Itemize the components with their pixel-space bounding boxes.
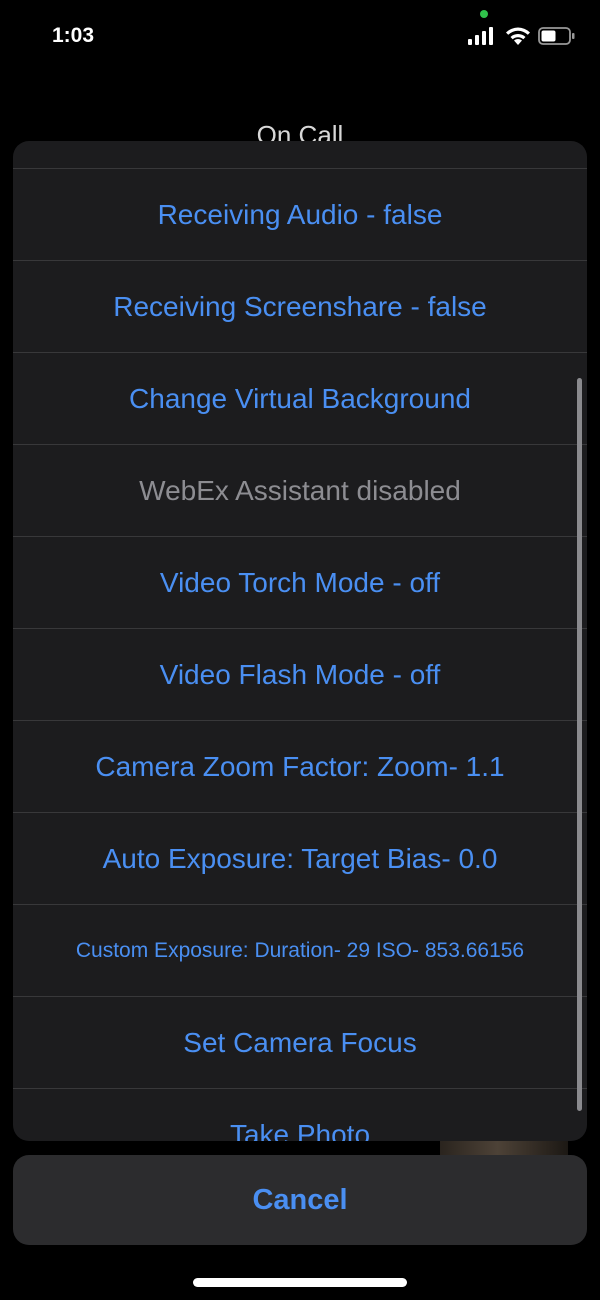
home-indicator[interactable] — [193, 1278, 407, 1287]
action-sheet: Receiving Audio - false Receiving Screen… — [13, 141, 587, 1141]
action-auto-exposure[interactable]: Auto Exposure: Target Bias- 0.0 — [13, 813, 587, 905]
cancel-button[interactable]: Cancel — [13, 1155, 587, 1245]
action-custom-exposure[interactable]: Custom Exposure: Duration- 29 ISO- 853.6… — [13, 905, 587, 997]
scrollbar[interactable] — [577, 378, 582, 1111]
cellular-signal-icon — [468, 27, 493, 45]
action-video-flash-mode[interactable]: Video Flash Mode - off — [13, 629, 587, 721]
status-bar: 1:03 — [0, 0, 600, 80]
battery-icon — [538, 27, 575, 45]
action-set-camera-focus[interactable]: Set Camera Focus — [13, 997, 587, 1089]
action-change-virtual-background[interactable]: Change Virtual Background — [13, 353, 587, 445]
wifi-icon — [506, 27, 530, 45]
status-time: 1:03 — [52, 24, 95, 47]
camera-indicator-icon — [480, 10, 488, 18]
action-take-photo[interactable]: Take Photo — [13, 1089, 587, 1142]
action-video-torch-mode[interactable]: Video Torch Mode - off — [13, 537, 587, 629]
action-webex-assistant: WebEx Assistant disabled — [13, 445, 587, 537]
action-camera-zoom-factor[interactable]: Camera Zoom Factor: Zoom- 1.1 — [13, 721, 587, 813]
action-item-hidden[interactable] — [13, 141, 587, 169]
action-receiving-screenshare[interactable]: Receiving Screenshare - false — [13, 261, 587, 353]
action-receiving-audio[interactable]: Receiving Audio - false — [13, 169, 587, 261]
action-list: Receiving Audio - false Receiving Screen… — [13, 141, 587, 1141]
